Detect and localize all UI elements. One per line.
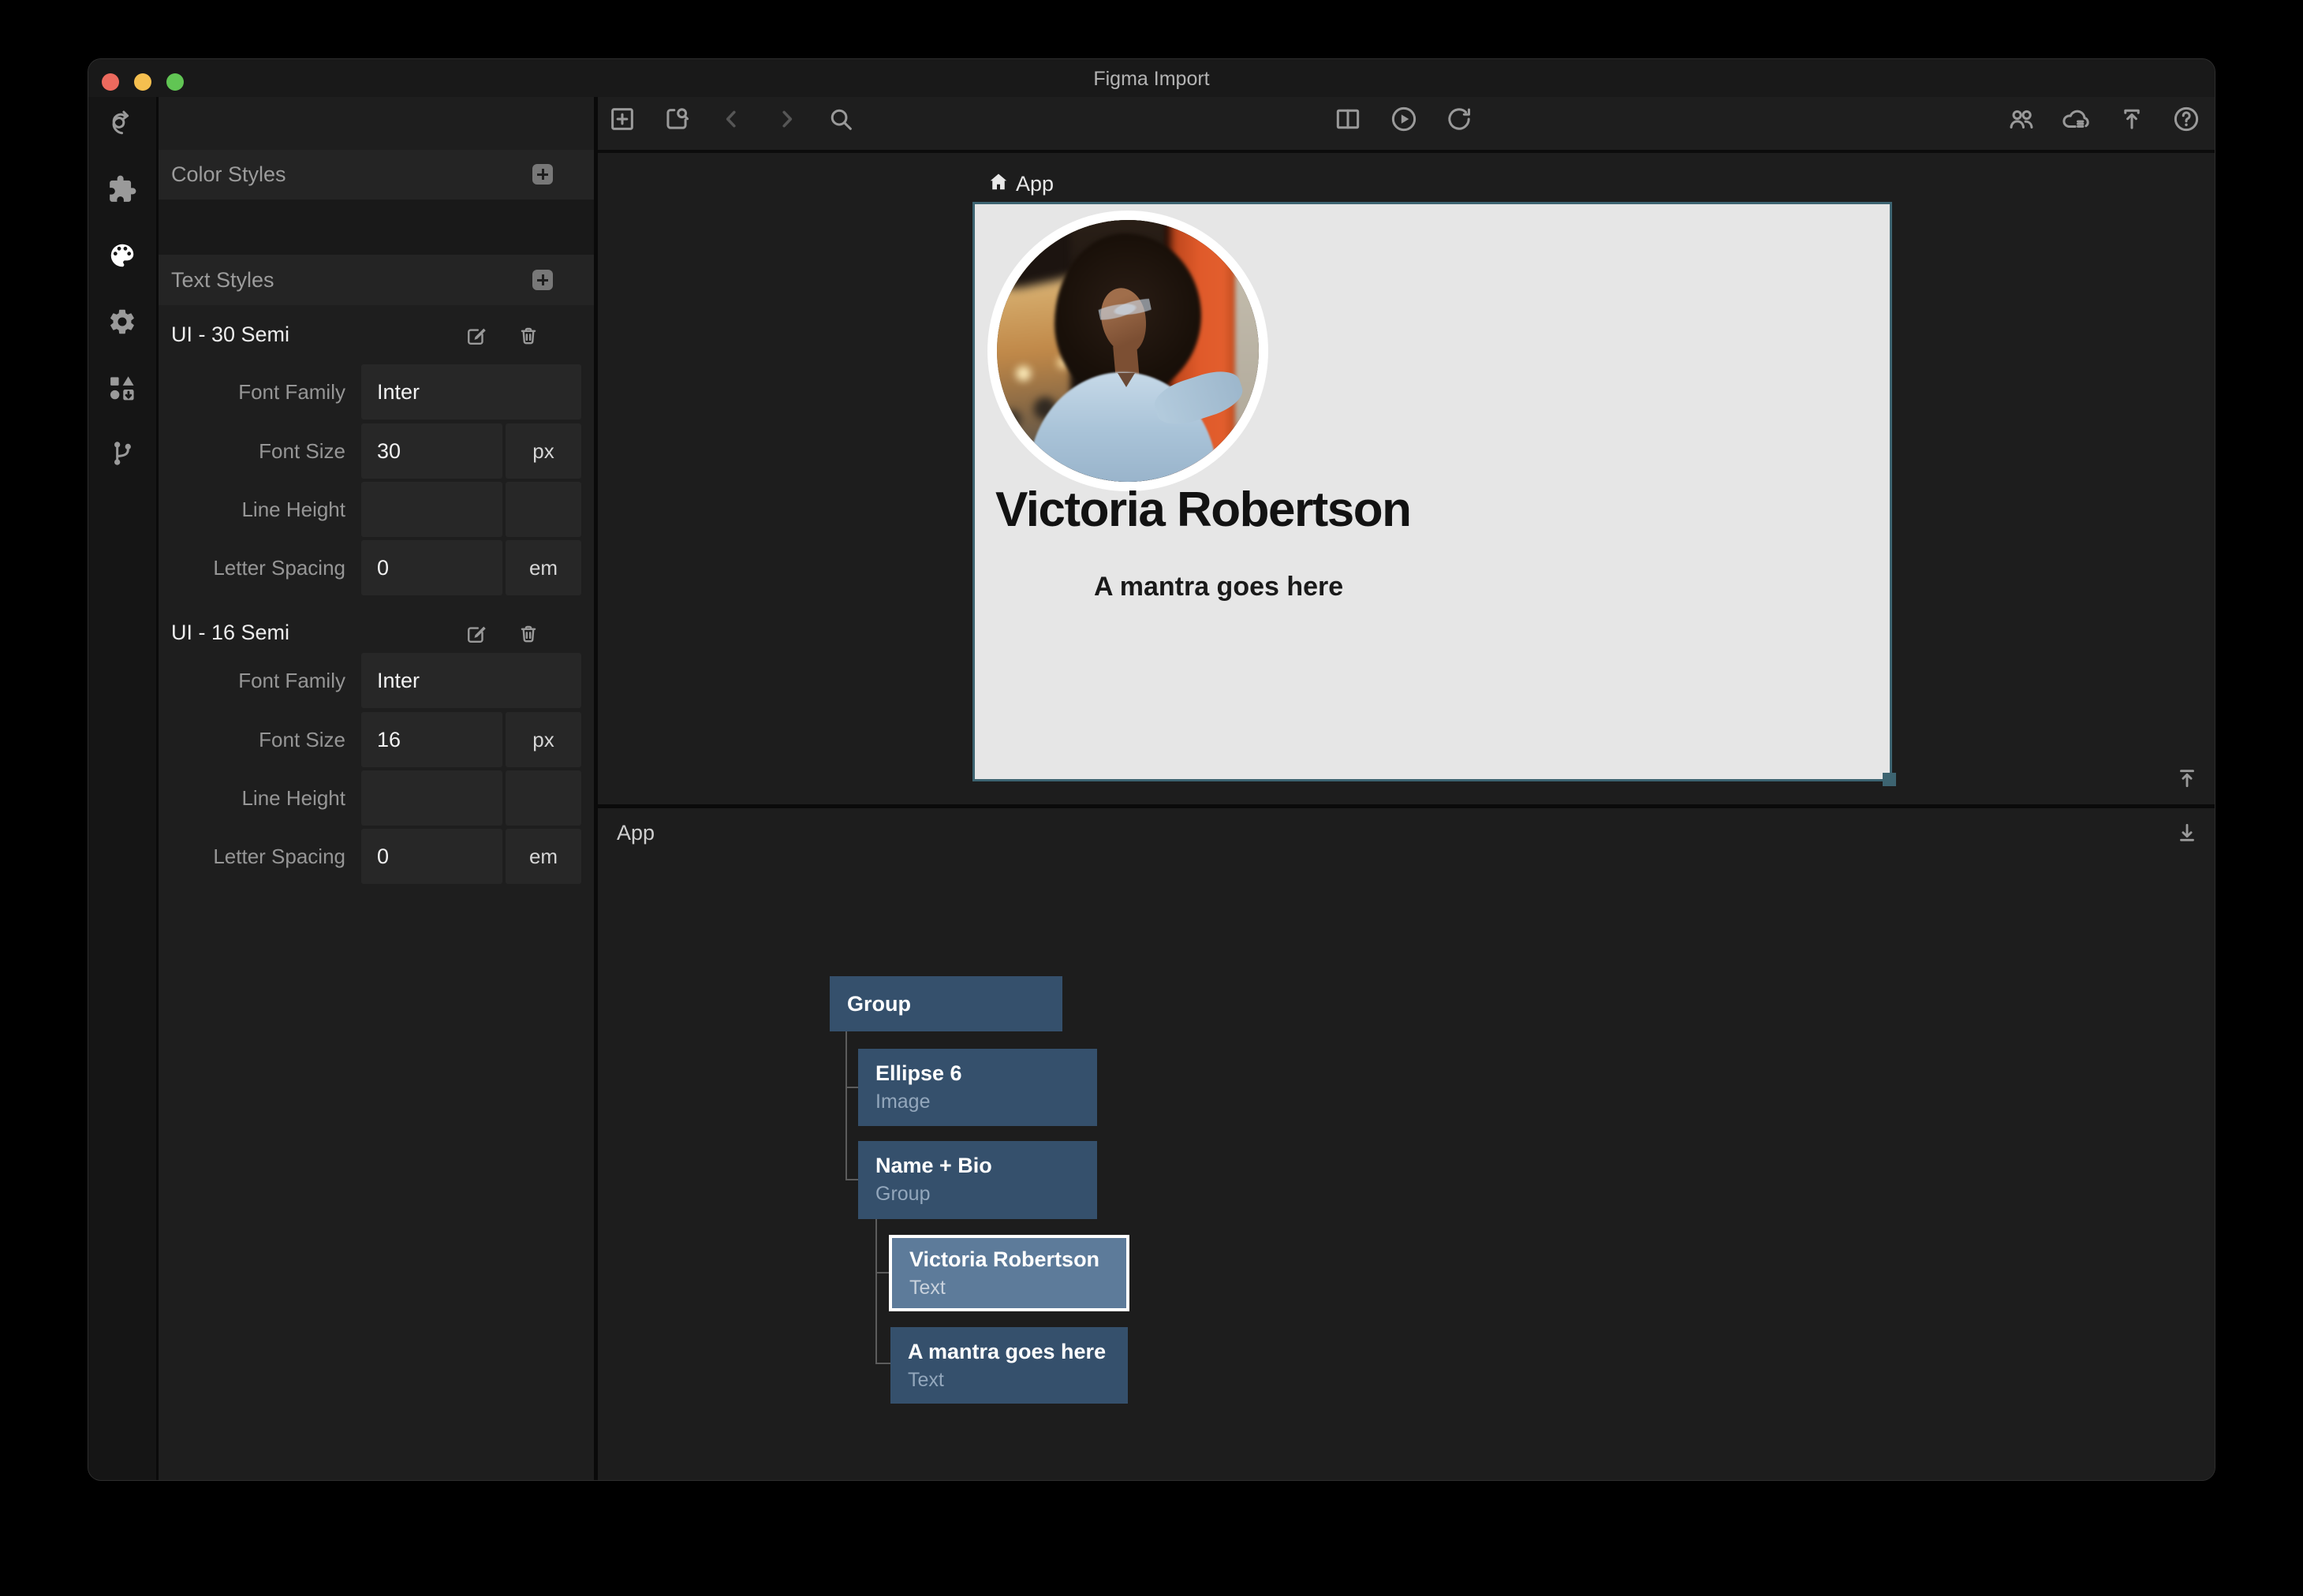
edit-style-icon[interactable] — [465, 324, 488, 348]
add-text-style-button[interactable] — [532, 270, 553, 290]
vector-loop-icon[interactable] — [107, 110, 137, 140]
font-size-input[interactable]: 30 — [361, 423, 502, 479]
edit-style-icon[interactable] — [465, 622, 488, 646]
color-styles-empty-area — [159, 200, 594, 255]
font-family-label: Font Family — [159, 653, 345, 708]
layer-tree-panel: App Group Ellipse 6 Image Name + Bio Gro… — [598, 808, 2215, 1480]
tree-node-subtitle: Text — [909, 1277, 1126, 1300]
branch-icon[interactable] — [107, 438, 137, 468]
font-size-label: Font Size — [159, 423, 345, 479]
color-styles-title: Color Styles — [171, 150, 286, 200]
line-height-unit[interactable] — [506, 482, 581, 537]
line-height-input[interactable] — [361, 482, 502, 537]
breadcrumb[interactable]: App — [1016, 172, 1054, 196]
tree-node-mantra[interactable]: A mantra goes here Text — [890, 1327, 1128, 1404]
tree-panel-title: App — [617, 821, 655, 845]
refresh-icon[interactable] — [1444, 104, 1474, 134]
tree-node-subtitle: Group — [875, 1183, 1097, 1206]
delete-style-icon[interactable] — [517, 324, 540, 348]
font-size-label: Font Size — [159, 712, 345, 767]
main-toolbar — [598, 97, 2215, 153]
line-height-input[interactable] — [361, 770, 502, 826]
tree-node-title: Ellipse 6 — [875, 1061, 1097, 1086]
line-height-label: Line Height — [159, 770, 345, 826]
collapse-panel-down-icon[interactable] — [2173, 819, 2201, 847]
letter-spacing-input[interactable]: 0 — [361, 829, 502, 884]
delete-style-icon[interactable] — [517, 622, 540, 646]
styles-panel: Color Styles Text Styles UI - 30 Semi Fo… — [159, 97, 594, 1480]
search-icon[interactable] — [826, 104, 856, 134]
app-frame-card[interactable]: Victoria Robertson A mantra goes here — [975, 204, 1890, 779]
components-shapes-icon[interactable] — [107, 373, 137, 403]
tree-node-ellipse[interactable]: Ellipse 6 Image — [858, 1049, 1097, 1126]
import-inspect-icon[interactable] — [662, 104, 692, 134]
line-height-label: Line Height — [159, 482, 345, 537]
letter-spacing-unit[interactable]: em — [506, 829, 581, 884]
letter-spacing-label: Letter Spacing — [159, 540, 345, 595]
line-height-unit[interactable] — [506, 770, 581, 826]
font-family-label: Font Family — [159, 364, 345, 420]
add-frame-icon[interactable] — [607, 104, 637, 134]
font-family-input[interactable]: Inter — [361, 653, 581, 708]
text-style-name: UI - 16 Semi — [171, 621, 289, 645]
font-family-input[interactable]: Inter — [361, 364, 581, 420]
font-size-unit[interactable]: px — [506, 423, 581, 479]
forward-icon[interactable] — [771, 104, 801, 134]
tree-node-title: Victoria Robertson — [909, 1247, 1126, 1272]
font-size-unit[interactable]: px — [506, 712, 581, 767]
collaborators-icon[interactable] — [2006, 104, 2036, 134]
color-styles-header: Color Styles — [159, 150, 594, 200]
nav-rail — [88, 97, 159, 1480]
window-title: Figma Import — [88, 59, 2215, 97]
home-icon — [987, 170, 1010, 194]
publish-upload-icon[interactable] — [2117, 104, 2147, 134]
split-view-icon[interactable] — [1333, 104, 1363, 134]
tree-node-group[interactable]: Group — [830, 976, 1062, 1031]
tree-node-subtitle: Text — [908, 1369, 1128, 1392]
selection-resize-handle[interactable] — [1883, 773, 1896, 786]
tree-connector — [875, 1363, 890, 1364]
text-style-name: UI - 30 Semi — [171, 323, 289, 347]
app-window: Figma Import — [88, 59, 2215, 1480]
tree-node-name-bio[interactable]: Name + Bio Group — [858, 1141, 1097, 1219]
tree-connector — [845, 1087, 858, 1088]
help-icon[interactable] — [2171, 104, 2201, 134]
palette-icon[interactable] — [107, 241, 137, 270]
tree-node-subtitle: Image — [875, 1091, 1097, 1113]
letter-spacing-input[interactable]: 0 — [361, 540, 502, 595]
add-color-style-button[interactable] — [532, 164, 553, 185]
back-icon[interactable] — [717, 104, 747, 134]
settings-gear-icon[interactable] — [107, 307, 137, 337]
plugins-puzzle-icon[interactable] — [107, 174, 137, 204]
tree-connector — [845, 1031, 847, 1180]
play-icon[interactable] — [1389, 104, 1419, 134]
text-styles-title: Text Styles — [171, 255, 274, 305]
cloud-sync-icon[interactable] — [2061, 104, 2091, 134]
tree-node-title: A mantra goes here — [908, 1340, 1128, 1364]
profile-mantra[interactable]: A mantra goes here — [1094, 572, 1343, 602]
tree-node-title: Group — [847, 992, 911, 1016]
canvas-area: App Victoria Robertson A mantra goes her… — [598, 153, 2215, 804]
tree-connector — [845, 1179, 858, 1180]
avatar[interactable] — [987, 211, 1268, 491]
profile-name[interactable]: Victoria Robertson — [995, 482, 1411, 538]
tree-connector — [875, 1272, 889, 1273]
letter-spacing-unit[interactable]: em — [506, 540, 581, 595]
tree-node-title: Name + Bio — [875, 1154, 1097, 1178]
tree-node-victoria-selected[interactable]: Victoria Robertson Text — [889, 1235, 1129, 1311]
text-styles-header: Text Styles — [159, 255, 594, 305]
title-bar: Figma Import — [88, 59, 2215, 98]
tree-connector — [875, 1219, 877, 1364]
font-size-input[interactable]: 16 — [361, 712, 502, 767]
letter-spacing-label: Letter Spacing — [159, 829, 345, 884]
collapse-panel-up-icon[interactable] — [2173, 764, 2201, 792]
